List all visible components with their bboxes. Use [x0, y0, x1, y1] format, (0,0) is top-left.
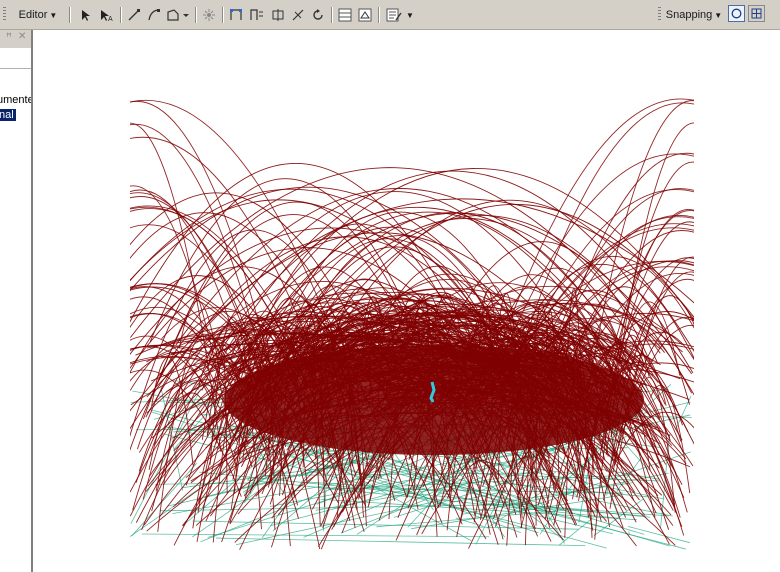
editor-toolbar: Editor ▼ A ▼ Snapping ▼ — [0, 0, 780, 30]
toolbar-separator — [69, 7, 70, 23]
create-features-icon — [386, 8, 402, 22]
toolbar-separator — [331, 7, 332, 23]
toolbar-overflow-button[interactable]: ▼ — [405, 5, 415, 25]
editor-menu-label: Editor — [18, 9, 48, 21]
point-snapping-icon — [731, 8, 742, 19]
toolbar-separator — [195, 7, 196, 23]
secondary-flow-line — [215, 537, 586, 547]
edit-annotation-button[interactable]: A — [96, 5, 116, 25]
create-features-button[interactable] — [384, 5, 404, 25]
straight-segment-button[interactable] — [125, 5, 143, 25]
trace-icon — [167, 9, 189, 21]
secondary-flow-line — [627, 526, 691, 544]
toolbar-separator — [222, 7, 223, 23]
end-snapping-icon — [751, 8, 762, 19]
end-point-arc-button[interactable] — [145, 5, 163, 25]
panel-title-bar: ꟸ ✕ — [0, 30, 31, 48]
point-snapping-toggle[interactable] — [728, 5, 745, 22]
end-point-arc-icon — [148, 9, 160, 21]
trace-button[interactable] — [165, 5, 191, 25]
chevron-down-icon: ▼ — [406, 10, 414, 20]
snapping-menu-button[interactable]: Snapping ▼ — [665, 5, 723, 25]
point-icon — [203, 9, 215, 21]
flow-line — [698, 352, 701, 403]
edit-vertices-icon — [230, 9, 242, 20]
toolbar-grip[interactable] — [658, 7, 661, 21]
pin-icon[interactable]: ꟸ — [6, 32, 12, 43]
rotate-button[interactable] — [309, 5, 327, 25]
toc-layer-label[interactable]: umente — [0, 94, 31, 106]
map-canvas[interactable] — [34, 30, 780, 572]
edit-annotation-icon: A — [101, 10, 113, 22]
panel-divider — [0, 68, 31, 69]
editor-menu-button[interactable]: Editor ▼ — [11, 5, 65, 25]
edit-tool-button[interactable] — [76, 5, 94, 25]
svg-text:A: A — [108, 16, 113, 22]
cut-polygons-button[interactable] — [269, 5, 287, 25]
reshape-feature-icon — [250, 9, 263, 20]
close-icon[interactable]: ✕ — [18, 31, 26, 42]
reshape-feature-button[interactable] — [247, 5, 267, 25]
edit-vertices-button[interactable] — [227, 5, 245, 25]
split-icon — [292, 9, 304, 21]
toolbar-grip[interactable] — [3, 7, 6, 21]
attributes-button[interactable] — [336, 5, 354, 25]
split-button[interactable] — [289, 5, 307, 25]
chevron-down-icon: ▼ — [714, 10, 723, 20]
chevron-down-icon: ▼ — [49, 10, 58, 20]
toolbar-separator — [378, 7, 379, 23]
flow-line-cluster — [224, 345, 644, 455]
flow-lines-group — [130, 98, 744, 550]
flow-lines-map — [130, 98, 744, 550]
sketch-properties-icon — [358, 8, 372, 22]
edit-tool-icon — [82, 10, 90, 21]
snapping-menu-label: Snapping — [665, 9, 713, 21]
table-of-contents-panel: ꟸ ✕ umente nal — [0, 30, 33, 572]
toc-selected-layer-label[interactable]: nal — [0, 109, 16, 121]
toolbar-separator — [120, 7, 121, 23]
cut-polygons-icon — [272, 9, 284, 21]
point-button[interactable] — [200, 5, 218, 25]
rotate-icon — [313, 9, 323, 20]
attributes-icon — [338, 8, 352, 22]
sketch-properties-button[interactable] — [356, 5, 374, 25]
end-snapping-toggle[interactable] — [748, 5, 765, 22]
straight-segment-icon — [128, 9, 140, 21]
flow-line — [707, 384, 744, 450]
